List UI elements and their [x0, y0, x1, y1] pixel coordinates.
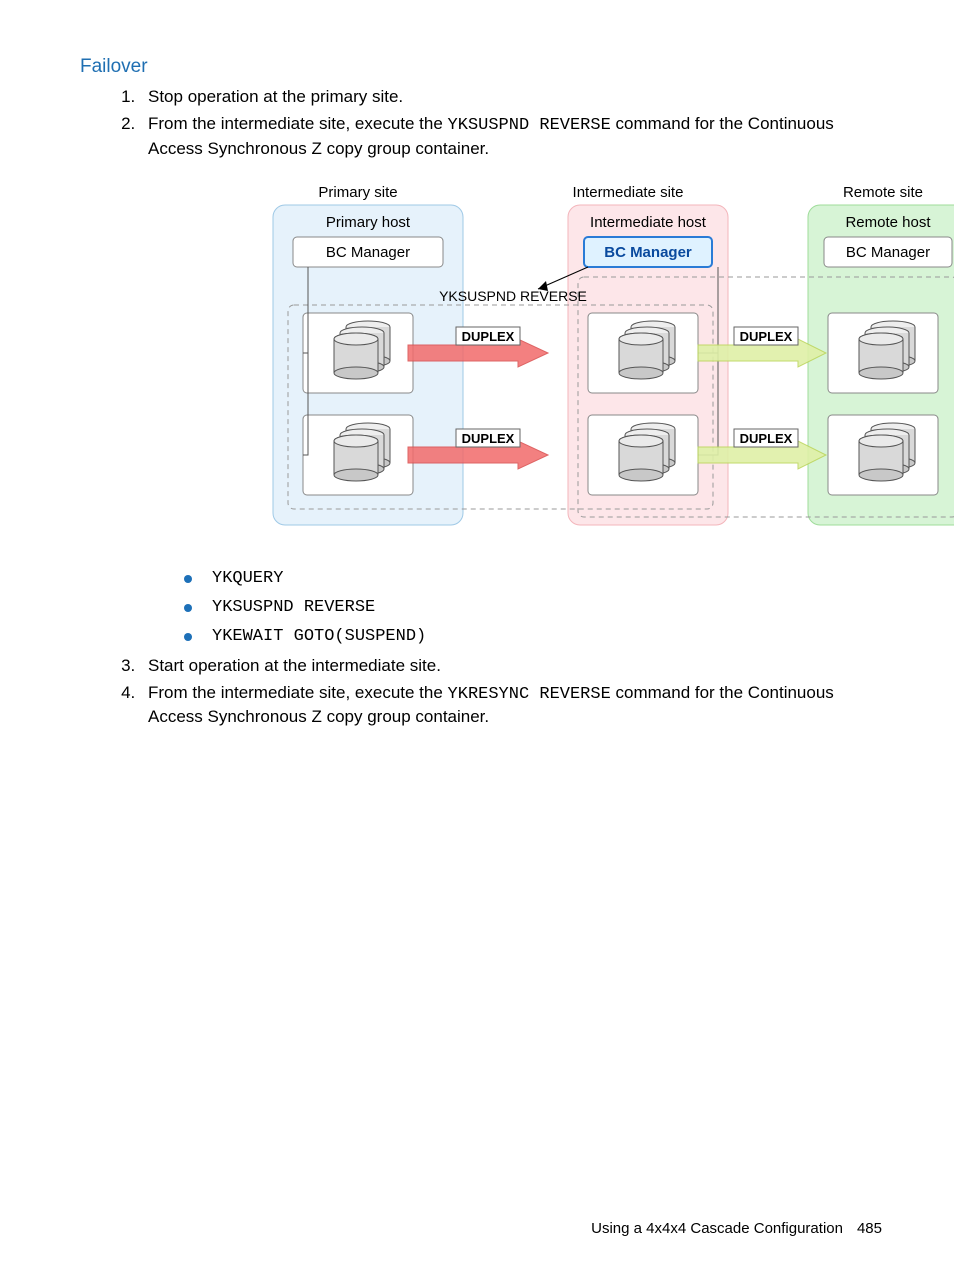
duplex-label: DUPLEX	[462, 431, 515, 446]
document-page: Failover Stop operation at the primary s…	[0, 0, 954, 1271]
duplex-label: DUPLEX	[462, 329, 515, 344]
primary-site-title: Primary site	[318, 184, 397, 201]
storage-icon	[334, 321, 390, 379]
step-item: Start operation at the intermediate site…	[140, 655, 882, 678]
page-number: 485	[843, 1220, 882, 1237]
step-item: From the intermediate site, execute the …	[140, 113, 882, 649]
remote-site-title: Remote site	[843, 184, 923, 201]
intermediate-host-label: Intermediate host	[590, 214, 707, 231]
step-item: Stop operation at the primary site.	[140, 86, 882, 109]
storage-icon	[859, 321, 915, 379]
command-bullet-list: YKQUERY YKSUSPND REVERSE YKEWAIT GOTO(SU…	[184, 568, 882, 649]
storage-icon	[859, 423, 915, 481]
step-text: From the intermediate site, execute the	[148, 683, 448, 702]
command-item: YKEWAIT GOTO(SUSPEND)	[184, 626, 882, 649]
primary-bc-label: BC Manager	[326, 244, 410, 261]
storage-icon	[619, 321, 675, 379]
step-text: From the intermediate site, execute the	[148, 114, 448, 133]
section-heading: Failover	[80, 56, 882, 78]
inline-code: YKSUSPND REVERSE	[448, 116, 611, 135]
footer-text: Using a 4x4x4 Cascade Configuration	[591, 1220, 843, 1237]
command-text: YKSUSPND REVERSE	[212, 598, 375, 617]
command-arrow-label: YKSUSPND REVERSE	[439, 288, 587, 304]
step-list: Stop operation at the primary site. From…	[140, 86, 882, 729]
command-item: YKQUERY	[184, 568, 882, 591]
remote-bc-label: BC Manager	[846, 244, 930, 261]
diagram-figure: Primary site Intermediate site Remote si…	[258, 183, 882, 540]
primary-host-label: Primary host	[326, 214, 411, 231]
duplex-label: DUPLEX	[740, 431, 793, 446]
diagram-svg: Primary site Intermediate site Remote si…	[258, 183, 954, 533]
inline-code: YKRESYNC REVERSE	[448, 685, 611, 704]
command-text: YKEWAIT GOTO(SUSPEND)	[212, 627, 426, 646]
storage-icon	[334, 423, 390, 481]
step-text: Stop operation at the primary site.	[148, 87, 403, 106]
duplex-label: DUPLEX	[740, 329, 793, 344]
storage-icon	[619, 423, 675, 481]
remote-host-label: Remote host	[845, 214, 931, 231]
step-text: Start operation at the intermediate site…	[148, 656, 441, 675]
page-footer: Using a 4x4x4 Cascade Configuration485	[591, 1220, 882, 1237]
intermediate-site-title: Intermediate site	[573, 184, 684, 201]
intermediate-bc-label: BC Manager	[604, 244, 692, 261]
step-item: From the intermediate site, execute the …	[140, 682, 882, 730]
command-text: YKQUERY	[212, 569, 283, 588]
command-item: YKSUSPND REVERSE	[184, 597, 882, 620]
